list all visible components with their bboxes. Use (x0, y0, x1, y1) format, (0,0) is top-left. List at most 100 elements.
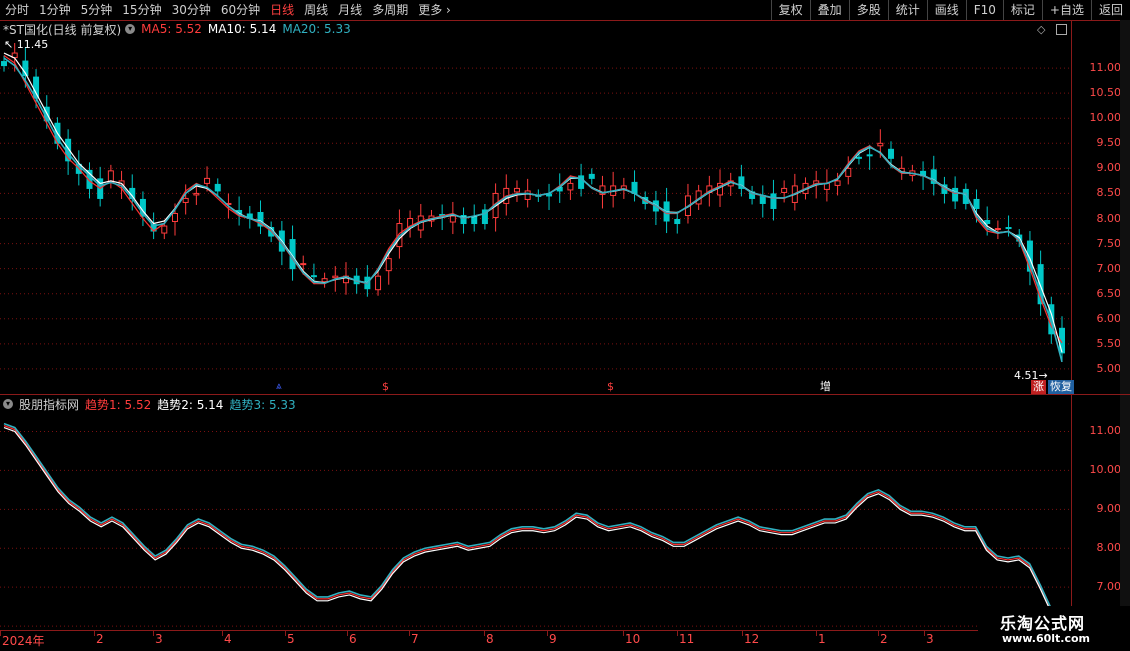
toolbar-button-1[interactable]: 叠加 (809, 0, 849, 20)
toolbar-button-6[interactable]: 标记 (1002, 0, 1042, 20)
period-tab-10[interactable]: 更多 › (413, 0, 456, 20)
low-price-label: 4.51→ (1014, 369, 1048, 382)
x-tick-label: 2 (96, 632, 104, 646)
price-tick-label: 7.50 (1096, 236, 1122, 250)
ma5-label: MA5: 5.52 (141, 22, 202, 36)
price-tick-label: 7.00 (1096, 261, 1122, 275)
candle-body (845, 167, 852, 177)
watermark-url: www.60lt.com (1002, 632, 1091, 645)
toolbar-button-5[interactable]: F10 (965, 0, 1003, 20)
price-tick-label: 8.50 (1096, 186, 1122, 200)
period-tab-2[interactable]: 5分钟 (76, 0, 118, 20)
trend1-label: 趋势1: 5.52 (85, 397, 152, 412)
x-tick-label: 3 (926, 632, 934, 646)
toolbar-button-4[interactable]: 画线 (926, 0, 966, 20)
watermark-title: 乐淘公式网 (1000, 614, 1086, 633)
settings-circle-icon[interactable]: ▾ (125, 24, 136, 34)
candle-body (674, 219, 681, 225)
x-tick (285, 631, 286, 636)
period-tab-3[interactable]: 15分钟 (117, 0, 166, 20)
period-tab-8[interactable]: 月线 (333, 0, 367, 20)
window-box-icon[interactable] (1056, 24, 1067, 35)
period-tab-7[interactable]: 周线 (299, 0, 333, 20)
price-tick-label: 5.50 (1096, 336, 1122, 350)
toolbar-right-buttons: 复权 叠加 多股 统计 画线 F10 标记 +自选 返回 (770, 0, 1130, 20)
x-tick (347, 631, 348, 636)
x-tick (816, 631, 817, 636)
price-tick-label: 8.00 (1096, 211, 1122, 225)
candle-body (471, 216, 478, 225)
period-tab-1[interactable]: 1分钟 (34, 0, 76, 20)
candle-body (877, 142, 884, 147)
x-tick (547, 631, 548, 636)
series-line-趋势3 (3, 422, 1063, 627)
toolbar-button-3[interactable]: 统计 (887, 0, 927, 20)
buy-arrow-icon: ⩓ (276, 381, 282, 392)
sub-settings-circle-icon[interactable]: ▾ (3, 399, 13, 409)
toolbar-button-2[interactable]: 多股 (848, 0, 888, 20)
candle-body (567, 182, 574, 191)
candle-body (524, 190, 531, 200)
right-edge-panel (1120, 20, 1130, 394)
candle-body (375, 275, 382, 291)
candle-body (1005, 227, 1012, 230)
x-tick (94, 631, 95, 636)
x-tick (409, 631, 410, 636)
sub-chart-legend: ▾ 股朋指标网 趋势1: 5.52 趋势2: 5.14 趋势3: 5.33 (3, 396, 302, 412)
candle-body (300, 263, 307, 266)
x-tick-label: 7 (411, 632, 419, 646)
candle-body (588, 173, 595, 179)
period-tab-4[interactable]: 30分钟 (167, 0, 216, 20)
candle-body (204, 177, 211, 184)
candle-body (631, 181, 638, 194)
high-price-label: ↖ 11.45 (4, 38, 49, 51)
signal-dollar-1: $ (382, 380, 389, 393)
x-tick-label: 11 (679, 632, 695, 646)
x-tick-label: 4 (224, 632, 232, 646)
price-tick-label: 7.00 (1096, 580, 1122, 594)
x-tick-label: 6 (349, 632, 357, 646)
price-tick-label: 11.00 (1089, 424, 1122, 438)
price-tick-label: 10.00 (1089, 463, 1122, 477)
signal-dollar-2: $ (607, 380, 614, 393)
candle-body (973, 198, 980, 209)
toolbar-button-8[interactable]: 返回 (1090, 0, 1130, 20)
toolbar-button-0[interactable]: 复权 (770, 0, 810, 20)
candle-body (193, 192, 200, 196)
main-chart-legend: *ST国化(日线 前复权) ▾ MA5: 5.52 MA10: 5.14 MA2… (3, 21, 357, 37)
period-tab-9[interactable]: 多周期 (367, 0, 413, 20)
x-tick (742, 631, 743, 636)
price-tick-label: 9.50 (1096, 136, 1122, 150)
diamond-icon[interactable]: ◇ (1037, 23, 1045, 36)
main-chart-title: *ST国化(日线 前复权) (3, 22, 122, 37)
candle-body (781, 187, 788, 193)
candle-body (332, 275, 339, 279)
x-tick-label: 8 (486, 632, 494, 646)
candle-body (310, 275, 317, 278)
candle-body (888, 148, 895, 159)
period-tab-5[interactable]: 60分钟 (216, 0, 265, 20)
period-tab-6[interactable]: 日线 (265, 0, 299, 20)
main-candlestick-chart[interactable] (0, 38, 1070, 394)
candle-body (1, 61, 7, 67)
x-tick (623, 631, 624, 636)
sub-chart-title: 股朋指标网 (19, 397, 80, 412)
x-tick-label: 2024年 (2, 634, 45, 648)
x-tick (0, 631, 1, 636)
price-tick-label: 10.00 (1089, 111, 1122, 125)
price-tick-label: 11.00 (1089, 61, 1122, 75)
trend-indicator-chart[interactable] (0, 412, 1070, 630)
toolbar-button-7[interactable]: +自选 (1041, 0, 1091, 20)
series-line-MA10 (3, 52, 1063, 353)
ma20-label: MA20: 5.33 (282, 22, 351, 36)
x-tick-label: 1 (818, 632, 826, 646)
price-tick-label: 10.50 (1089, 86, 1122, 100)
candle-body (385, 258, 392, 272)
period-tab-0[interactable]: 分时 (0, 0, 34, 20)
x-tick-label: 5 (287, 632, 295, 646)
x-tick-label: 2 (880, 632, 888, 646)
candle-body (834, 180, 841, 186)
x-tick-label: 9 (549, 632, 557, 646)
price-tick-label: 5.00 (1096, 361, 1122, 375)
candle-body (994, 228, 1001, 231)
